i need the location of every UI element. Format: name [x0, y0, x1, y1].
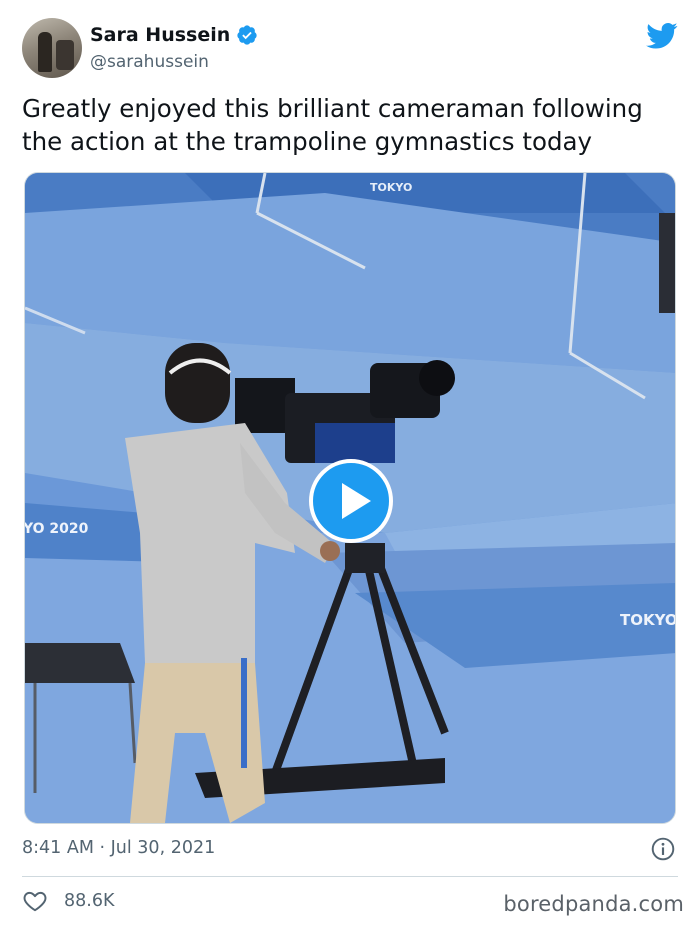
- signage-tokyo-top: TOKYO: [370, 181, 412, 194]
- play-icon[interactable]: [309, 459, 393, 543]
- signage-tokyo-2020: YO 2020: [25, 521, 89, 537]
- info-icon[interactable]: [650, 836, 676, 862]
- author-name[interactable]: Sara Hussein: [90, 24, 230, 46]
- verified-badge-icon: [237, 25, 257, 45]
- video-media[interactable]: TOKYO YO 2020 TOKYO: [24, 172, 676, 824]
- meta-row: 8:41 AM · Jul 30, 2021: [22, 836, 678, 864]
- signage-tokyo-right: TOKYO: [620, 611, 676, 629]
- heart-icon[interactable]: [22, 888, 48, 914]
- tweet-text: Greatly enjoyed this brilliant cameraman…: [22, 94, 643, 156]
- tweet-timestamp[interactable]: 8:41 AM · Jul 30, 2021: [22, 838, 215, 858]
- divider: [22, 876, 678, 877]
- avatar-figure-2: [56, 40, 74, 70]
- avatar-figure: [38, 32, 52, 72]
- author-handle[interactable]: @sarahussein: [90, 52, 209, 72]
- like-count: 88.6K: [64, 891, 115, 911]
- avatar[interactable]: [22, 18, 82, 78]
- twitter-bird-icon[interactable]: [646, 22, 678, 50]
- watermark: boredpanda.com: [503, 892, 684, 916]
- tweet-header: Sara Hussein @sarahussein: [22, 18, 678, 80]
- like-action[interactable]: 88.6K: [22, 886, 114, 916]
- name-row: Sara Hussein: [90, 24, 258, 46]
